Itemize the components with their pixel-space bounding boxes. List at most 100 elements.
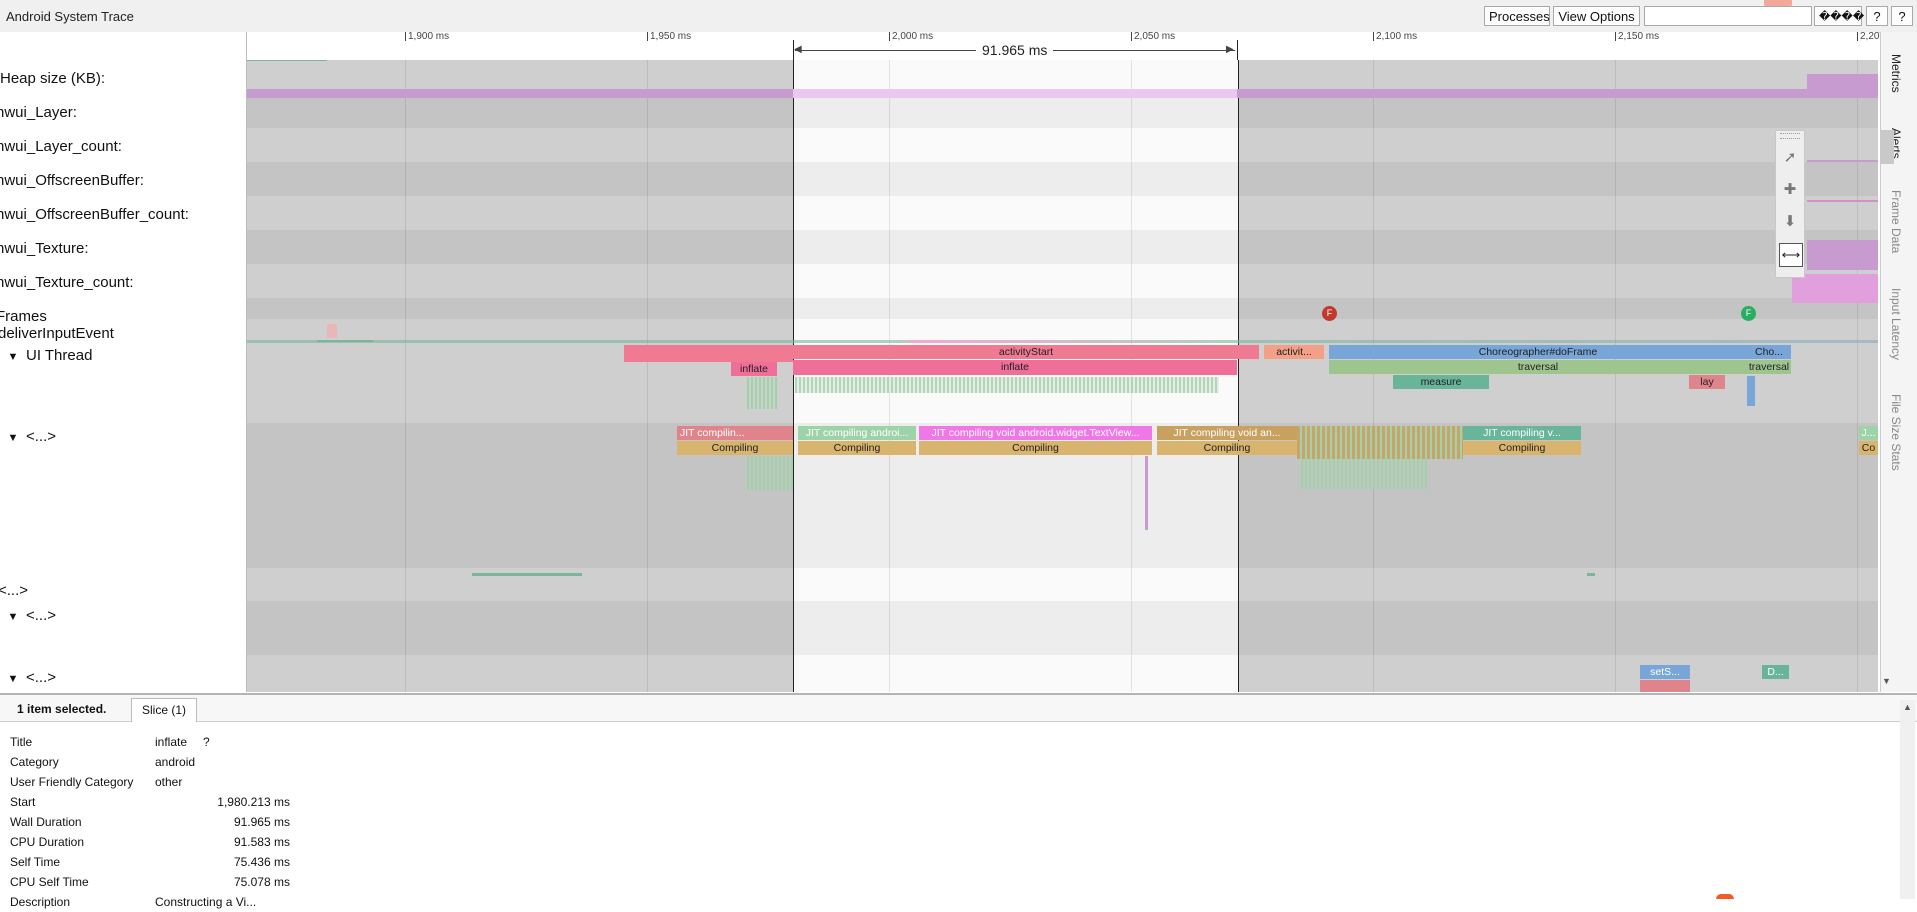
property-row: Wall Duration 91.965 ms [10, 812, 290, 832]
track-area[interactable]: F F activityStart activit... Choreograph… [247, 60, 1878, 692]
property-value: android [155, 755, 196, 769]
slice-jit-4[interactable]: JIT compiling void an... [1157, 426, 1297, 440]
arrow-right-icon: ▶ [1226, 44, 1234, 55]
title-help-link[interactable]: ? [203, 735, 210, 749]
counter-line [1807, 200, 1878, 202]
slice-compiling-3[interactable]: Compiling [919, 441, 1152, 455]
tab-metrics[interactable]: Metrics [1889, 54, 1903, 93]
selection-duration-label: 91.965 ms [976, 42, 1054, 58]
track-label-ui-thread[interactable]: ▼ UI Thread [0, 347, 93, 364]
selection-count: 1 item selected. [17, 702, 107, 716]
pan-tool-icon[interactable]: ✚ [1779, 179, 1801, 201]
zoom-tool-icon[interactable]: ⬇ [1779, 211, 1801, 233]
slice-jit-2[interactable]: JIT compiling androi... [798, 426, 916, 440]
frame-marker-red[interactable]: F [1322, 306, 1337, 321]
track-label-deliver-input: deliverInputEvent [0, 325, 114, 342]
search-input[interactable] [1644, 6, 1812, 26]
slice-choreographer[interactable]: Choreographer#doFrame [1329, 345, 1747, 359]
slice-compiling-4[interactable]: Compiling [1157, 441, 1297, 455]
frame-marker-green[interactable]: F [1741, 306, 1756, 321]
ruler-tick-label: 2,000 ms [892, 31, 934, 42]
sel-band [794, 230, 1238, 264]
collapse-triangle-icon[interactable]: ▼ [0, 432, 26, 444]
timing-tool-icon[interactable]: ⟷ [1779, 243, 1803, 267]
track-label-thread-4[interactable]: ▼ <...> [0, 669, 56, 686]
selection-edge-right[interactable] [1237, 40, 1238, 60]
slice-choreographer-2[interactable]: Cho... [1747, 345, 1791, 359]
slice-traversal[interactable]: traversal [1329, 360, 1747, 374]
collapse-triangle-icon[interactable]: ▼ [0, 351, 26, 363]
property-value: 75.436 ms [233, 855, 290, 869]
panel-scrollbar[interactable] [1900, 700, 1915, 899]
property-row: CPU Duration 91.583 ms [10, 832, 290, 852]
slice-compiling-6[interactable]: Co [1859, 441, 1878, 455]
track-label-hwui-texture: hwui_Texture: [0, 240, 89, 257]
slice-jit-6[interactable]: J... [1859, 426, 1878, 440]
track-label-thread-1[interactable]: ▼ <...> [0, 428, 56, 445]
collapse-triangle-icon[interactable]: ▼ [0, 673, 26, 685]
help-button-2[interactable]: ? [1891, 6, 1913, 26]
ruler-tick [1615, 32, 1616, 41]
thread-2-mark [472, 573, 582, 576]
track-label-thread-3[interactable]: ▼ <...> [0, 607, 56, 624]
slice-activitystart-pre[interactable] [624, 345, 793, 362]
slice-compiling-5[interactable]: Compiling [1463, 441, 1581, 455]
slice-jit-1[interactable]: JIT compilin... [677, 426, 793, 440]
slice-inflate-selected[interactable]: inflate [793, 360, 1237, 375]
ruler-tick [1373, 32, 1374, 41]
track-label-hwui-layer: hwui_Layer: [0, 104, 77, 121]
slice-d-trunc[interactable]: D... [1762, 665, 1789, 679]
grid-line [889, 60, 890, 692]
slice-jit-3[interactable]: JIT compiling void android.widget.TextVi… [919, 426, 1152, 440]
tab-frame-data[interactable]: Frame Data [1889, 190, 1903, 253]
scroll-up-icon[interactable]: ▲ [1903, 702, 1912, 712]
tab-file-size-stats[interactable]: File Size Stats [1889, 394, 1903, 471]
track-label-thread-2: <...> [0, 582, 29, 599]
track-scrollbar-thumb[interactable] [1880, 130, 1894, 164]
collapse-triangle-icon[interactable]: ▼ [0, 611, 26, 623]
time-ruler[interactable]: 1,900 ms 1,950 ms 2,000 ms 2,050 ms 2,10… [247, 31, 1901, 61]
property-value: inflate [155, 735, 188, 749]
dense-slices [1297, 426, 1463, 459]
heap-marker [247, 60, 327, 61]
palette-grip-icon[interactable] [1780, 133, 1800, 139]
property-row: Description Constructing a Vi... [10, 892, 256, 912]
processes-button[interactable]: Processes [1484, 6, 1550, 26]
slice-jit-5[interactable]: JIT compiling v... [1463, 426, 1581, 440]
property-row: CPU Self Time 75.078 ms [10, 872, 290, 892]
grid-line [1373, 60, 1374, 692]
texture-count-block [1792, 274, 1878, 303]
track-label-frames: Frames [0, 308, 47, 325]
tab-slice[interactable]: Slice (1) [131, 698, 198, 722]
slice-activitystart[interactable]: activityStart [793, 345, 1259, 359]
texture-counter-block [1807, 240, 1878, 270]
find-nav-button[interactable]: ���� [1814, 6, 1864, 26]
counter-line [1807, 160, 1878, 162]
sel-band [794, 94, 1238, 128]
track-label-hwui-offscreen: hwui_OffscreenBuffer: [0, 172, 144, 189]
selection-tool-icon[interactable]: ➚ [1779, 147, 1801, 169]
slice-measure[interactable]: measure [1393, 375, 1489, 389]
slice-lay[interactable]: lay [1689, 375, 1725, 389]
scroll-down-icon[interactable]: ▼ [1882, 676, 1891, 686]
slice-compiling-2[interactable]: Compiling [798, 441, 916, 455]
ruler-tick [1857, 32, 1858, 41]
ruler-tick [889, 32, 890, 41]
property-key: Self Time [10, 855, 61, 869]
deliver-input-slice[interactable] [327, 324, 337, 338]
view-options-button[interactable]: View Options [1553, 6, 1640, 26]
grid-line [647, 60, 648, 692]
arrow-left-icon: ◀ [794, 44, 802, 55]
tab-input-latency[interactable]: Input Latency [1889, 288, 1903, 360]
help-button[interactable]: ? [1866, 6, 1888, 26]
slice-compiling-1[interactable]: Compiling [677, 441, 793, 455]
slice-sets[interactable]: setS... [1640, 665, 1690, 679]
ruler-tick-label: 1,950 ms [650, 31, 692, 42]
property-key: Description [10, 895, 71, 909]
slice-traversal-2[interactable]: traversal [1747, 360, 1791, 374]
selection-region[interactable] [793, 60, 1239, 692]
grid-line [1615, 60, 1616, 692]
slice-inflate-left[interactable]: inflate [731, 362, 777, 376]
analysis-tabs: 1 item selected. Slice (1) [0, 695, 1917, 722]
slice-activit-trunc[interactable]: activit... [1264, 345, 1324, 359]
